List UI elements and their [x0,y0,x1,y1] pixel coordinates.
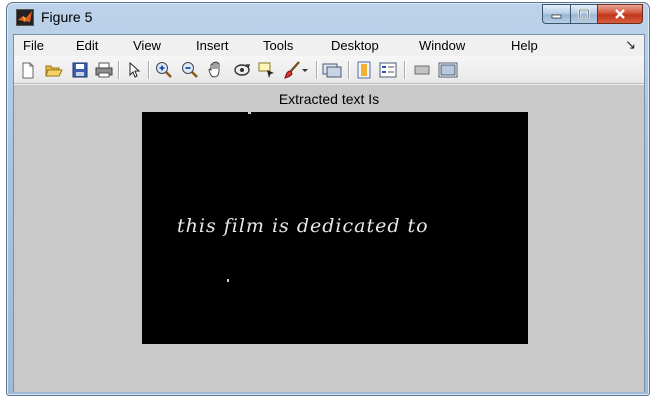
data-cursor-icon[interactable] [257,60,277,80]
window-title: Figure 5 [41,9,93,25]
menu-bar: File Edit View Insert Tools Desktop Wind… [14,35,644,56]
toolbar-separator [316,61,317,79]
figure-toolbar [14,56,644,84]
toolbar-separator [404,61,405,79]
figure-canvas[interactable]: Extracted text Is this film is dedicated… [14,85,644,392]
figure-window: Figure 5 File Edit View Insert Tools Des… [6,2,650,396]
open-file-icon[interactable] [44,60,64,80]
maximize-button[interactable] [570,4,597,24]
figure-client: File Edit View Insert Tools Desktop Wind… [13,34,645,392]
toolbar-separator [148,61,149,79]
menu-overflow-icon[interactable]: ↘ [625,37,636,53]
menu-window[interactable]: Window [419,38,465,53]
menu-file[interactable]: File [23,38,44,53]
save-icon[interactable] [70,60,90,80]
toolbar-separator [348,61,349,79]
close-button[interactable] [597,4,643,24]
show-plot-tools-icon[interactable] [438,60,458,80]
hide-plot-tools-icon[interactable] [412,60,432,80]
window-controls [542,4,643,25]
new-figure-icon[interactable] [18,60,38,80]
close-icon [615,9,625,19]
pan-icon[interactable] [206,60,226,80]
menu-tools[interactable]: Tools [263,38,293,53]
pointer-icon[interactable] [124,60,144,80]
matlab-logo-icon [16,9,34,26]
image-noise-speck [248,112,251,114]
zoom-in-icon[interactable] [154,60,174,80]
image-noise-speck [227,279,229,282]
minimize-button[interactable] [542,4,570,24]
menu-view[interactable]: View [133,38,161,53]
minimize-icon [551,14,561,19]
menu-desktop[interactable]: Desktop [331,38,379,53]
image-text: this film is dedicated to [177,215,429,237]
maximize-icon [578,9,590,19]
rotate-3d-icon[interactable] [232,60,252,80]
title-bar[interactable]: Figure 5 [7,3,649,33]
zoom-out-icon[interactable] [180,60,200,80]
axes-title: Extracted text Is [278,91,380,107]
toolbar-separator [118,61,119,79]
link-plot-icon[interactable] [322,60,342,80]
extracted-text-image[interactable]: this film is dedicated to [142,112,528,344]
menu-help[interactable]: Help [511,38,538,53]
brush-icon[interactable] [282,60,302,80]
brush-dropdown-icon[interactable] [300,60,310,80]
print-icon[interactable] [94,60,114,80]
menu-insert[interactable]: Insert [196,38,229,53]
insert-legend-icon[interactable] [378,60,398,80]
insert-colorbar-icon[interactable] [354,60,374,80]
menu-edit[interactable]: Edit [76,38,98,53]
